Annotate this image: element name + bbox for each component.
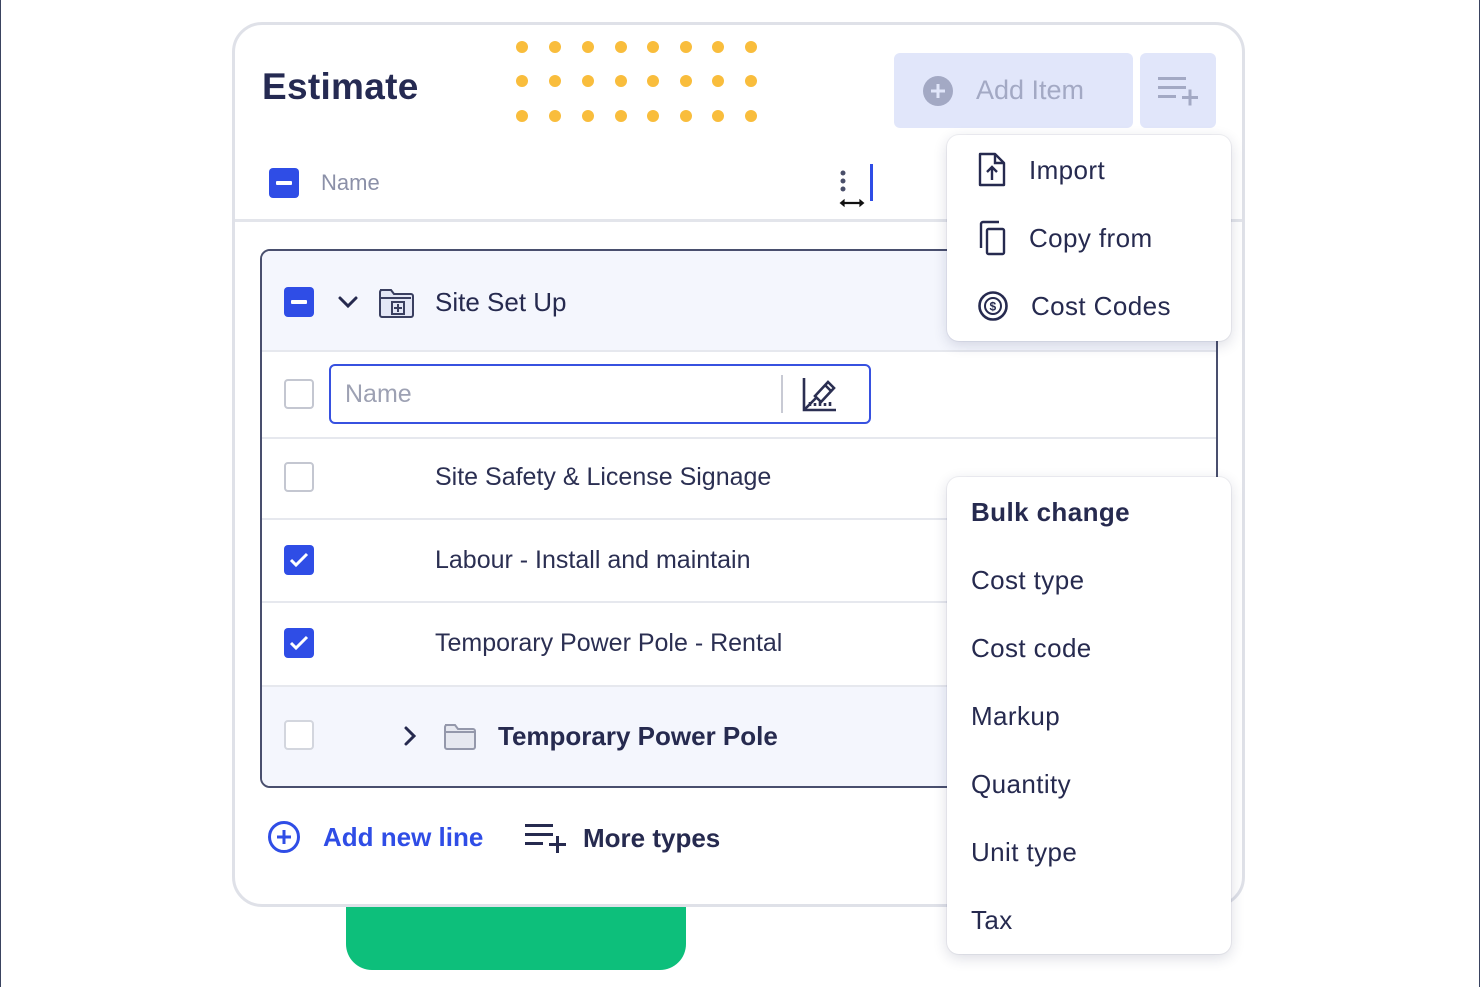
chevron-down-icon[interactable] (337, 292, 359, 312)
bulk-menu-item-quantity[interactable]: Quantity (947, 765, 1071, 803)
svg-text:$: $ (989, 300, 996, 314)
name-input[interactable] (331, 366, 771, 422)
add-item-button[interactable]: Add Item (894, 53, 1133, 128)
menu-item-label: Copy from (1029, 222, 1153, 253)
folder-icon (444, 724, 476, 750)
swatch-ruler-button[interactable] (801, 376, 839, 412)
decorative-dots (516, 41, 757, 122)
menu-item-label: Cost Codes (1031, 290, 1171, 321)
menu-item-copy-from[interactable]: Copy from (947, 217, 1153, 259)
swatch-ruler-icon (802, 378, 836, 412)
add-new-line-label: Add new line (323, 821, 484, 852)
new-line-checkbox[interactable] (284, 379, 314, 409)
bulk-menu-item-cost-type[interactable]: Cost type (947, 561, 1084, 599)
column-resize-handle[interactable] (835, 163, 877, 215)
file-upload-icon (978, 152, 1006, 187)
more-types-button[interactable]: More types (523, 820, 720, 856)
bulk-menu-item-unit-type[interactable]: Unit type (947, 833, 1077, 871)
menu-item-import[interactable]: Import (947, 149, 1105, 191)
bulk-change-menu: Bulk change Cost type Cost code Markup Q… (947, 477, 1231, 954)
add-menu-toggle-button[interactable] (1140, 53, 1216, 128)
add-new-line-button[interactable]: Add new line (267, 820, 483, 854)
more-types-label: More types (583, 822, 721, 853)
item-checkbox-checked[interactable] (284, 628, 314, 658)
checkmark-icon (289, 552, 309, 568)
add-item-label: Add Item (976, 75, 1085, 105)
name-input-container (329, 364, 871, 424)
add-options-menu: Import Copy from $ Cost Codes (947, 135, 1231, 341)
chevron-right-icon[interactable] (401, 724, 419, 748)
plus-circle-outline-icon (268, 821, 300, 853)
menu-item-label: Import (1029, 154, 1106, 185)
item-checkbox[interactable] (284, 462, 314, 492)
list-add-icon (525, 824, 566, 853)
checkmark-icon (289, 635, 309, 651)
folder-add-icon (379, 289, 414, 318)
bulk-menu-item-tax[interactable]: Tax (947, 901, 1013, 939)
input-separator (781, 375, 783, 413)
item-label: Temporary Power Pole - Rental (435, 629, 783, 657)
row-divider (262, 437, 1216, 439)
group-title: Site Set Up (435, 287, 567, 317)
item-label: Labour - Install and maintain (435, 546, 751, 574)
item-label: Site Safety & License Signage (435, 463, 772, 491)
select-all-checkbox[interactable] (269, 168, 299, 198)
list-add-icon (1158, 76, 1198, 105)
bulk-menu-item-cost-code[interactable]: Cost code (947, 629, 1092, 667)
menu-item-cost-codes[interactable]: $ Cost Codes (947, 285, 1171, 327)
column-header-name: Name (321, 170, 380, 195)
group-checkbox[interactable] (284, 287, 314, 317)
copy-icon (979, 220, 1006, 256)
item-checkbox-checked[interactable] (284, 545, 314, 575)
subgroup-title: Temporary Power Pole (498, 721, 778, 751)
page-title: Estimate (262, 66, 419, 107)
dollar-circle-icon: $ (978, 291, 1008, 321)
plus-circle-icon (923, 75, 953, 106)
subgroup-checkbox[interactable] (284, 720, 314, 750)
bulk-menu-item-markup[interactable]: Markup (947, 697, 1060, 735)
bulk-change-heading: Bulk change (971, 496, 1130, 527)
